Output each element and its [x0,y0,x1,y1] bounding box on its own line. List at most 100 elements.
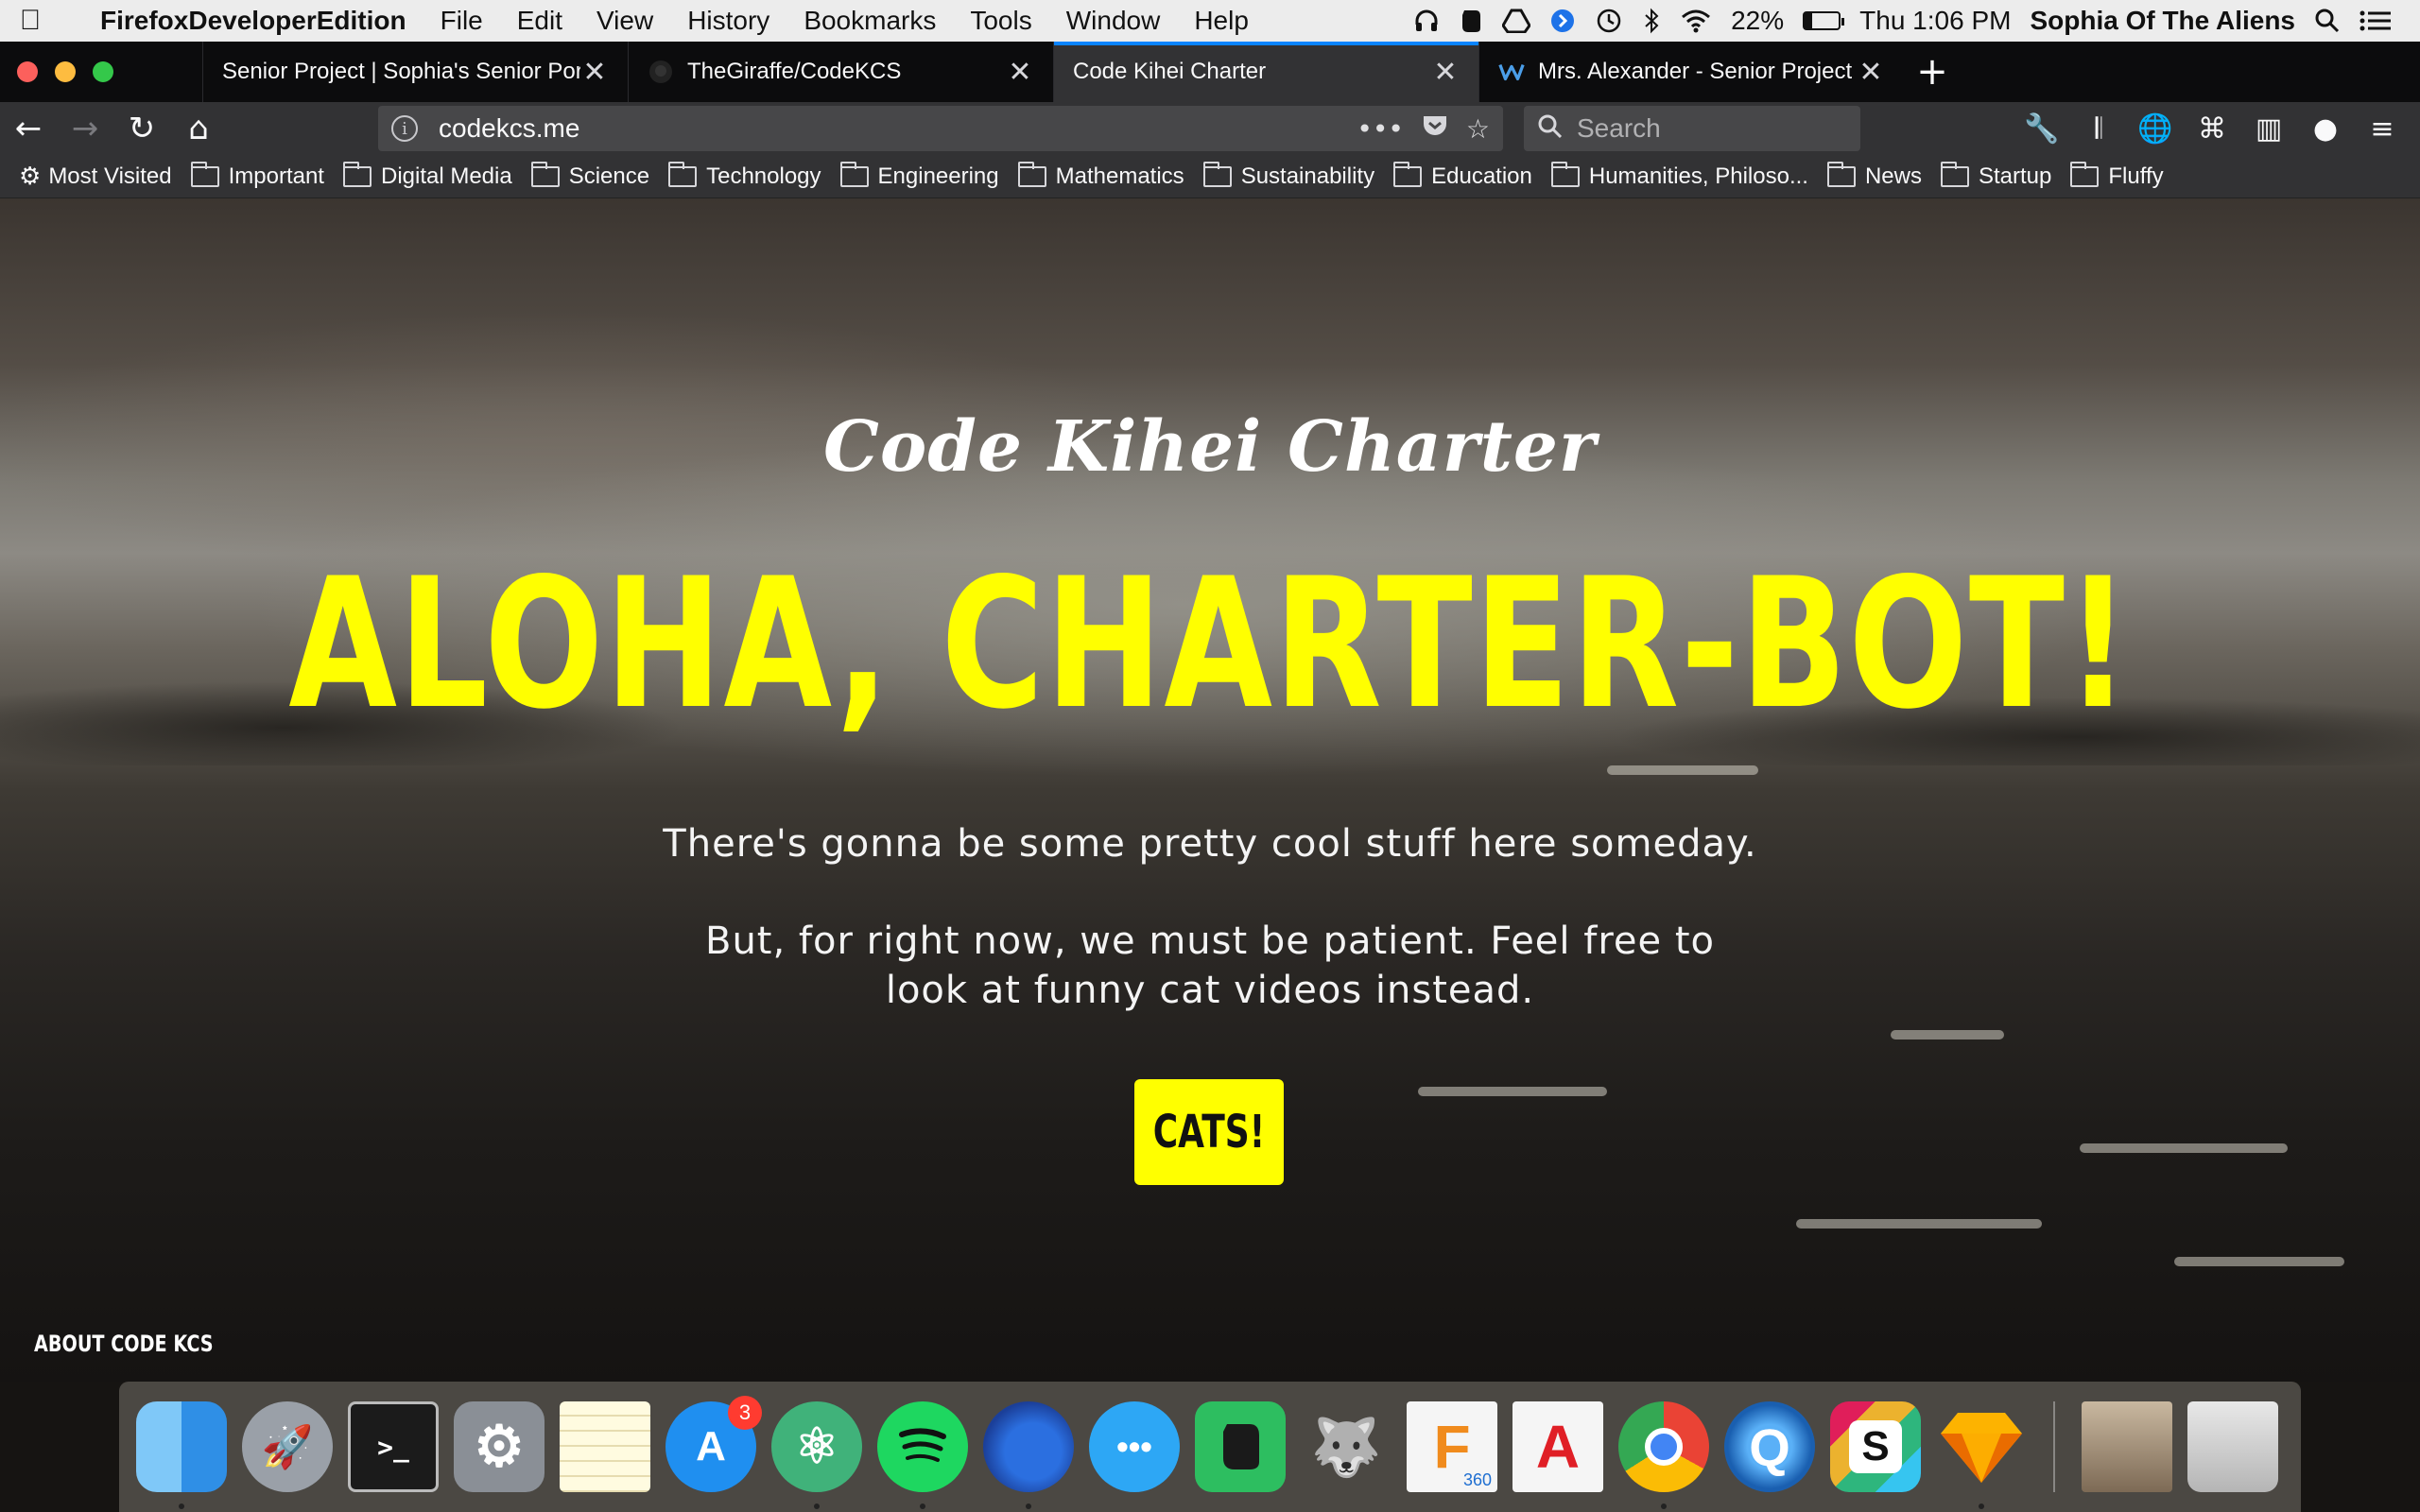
bookmark-label: Technology [706,163,821,189]
search-input[interactable] [1577,113,1918,144]
extension-translate-icon[interactable]: ⌘ [2184,112,2240,146]
user-name[interactable]: Sophia Of The Aliens [2030,6,2295,36]
page-actions-icon[interactable]: ••• [1357,113,1404,145]
finder-icon[interactable] [136,1401,227,1509]
folder-icon [839,161,869,187]
clock[interactable]: Thu 1:06 PM [1859,6,2011,36]
bookmark-folder-technology[interactable]: Technology [668,161,821,190]
notes-icon[interactable] [560,1401,650,1492]
tab-codekcs-github[interactable]: TheGiraffe/CodeKCS ✕ [628,42,1053,102]
evernote-icon[interactable] [1195,1401,1286,1492]
tab-code-kihei-charter[interactable]: Code Kihei Charter ✕ [1053,42,1478,102]
search-bar[interactable] [1524,106,1918,151]
google-drive-icon[interactable] [1502,9,1531,33]
bookmark-folder-humanities[interactable]: Humanities, Philoso... [1550,161,1808,190]
evernote-status-icon[interactable] [1459,8,1483,34]
site-brand[interactable]: Code Kihei Charter [0,406,2420,488]
spotify-icon[interactable] [877,1401,968,1509]
atom-editor-icon[interactable]: ⚛ [771,1401,862,1509]
reload-icon[interactable]: ↻ [113,110,170,147]
pocket-icon[interactable] [1421,112,1449,146]
navigation-toolbar: ← → ↻ ⌂ i ••• ☆ 🔧 𝄃 🌐 ⌘ ▥ ● ≡ [0,102,2420,155]
running-indicator [814,1503,820,1509]
menu-window[interactable]: Window [1049,6,1178,36]
hamburger-menu-icon[interactable]: ≡ [2354,112,2411,146]
battery-percent[interactable]: 22% [1731,6,1784,36]
autocad-icon[interactable]: A [1512,1401,1603,1492]
cats-button[interactable]: CATS! [1134,1079,1284,1185]
sidebar-toggle-icon[interactable]: ▥ [2240,112,2297,146]
colorzilla-icon[interactable]: ● [2297,112,2354,146]
app-store-icon[interactable]: A3 [666,1396,762,1492]
gear-icon: ⚙ [19,162,42,190]
close-window-button[interactable] [17,61,38,82]
tab-senior-project[interactable]: Senior Project | Sophia's Senior Portfol… [202,42,628,102]
menu-bookmarks[interactable]: Bookmarks [786,6,953,36]
close-tab-icon[interactable]: ✕ [580,56,609,89]
gimp-icon[interactable]: 🐺 [1301,1401,1392,1492]
close-tab-icon[interactable]: ✕ [1431,56,1460,89]
zoom-window-button[interactable] [93,61,113,82]
menu-history[interactable]: History [670,6,786,36]
bookmark-folder-startup[interactable]: Startup [1940,161,2051,190]
wrench-devtools-icon[interactable]: 🔧 [2014,112,2070,146]
bookmark-folder-mathematics[interactable]: Mathematics [1017,161,1184,190]
bookmark-folder-science[interactable]: Science [530,161,649,190]
bookmark-folder-important[interactable]: Important [190,161,324,190]
slack-icon[interactable]: S [1830,1401,1921,1492]
library-icon[interactable]: 𝄃 [2070,112,2127,146]
firefox-developer-edition-icon[interactable] [983,1401,1074,1509]
about-link[interactable]: ABOUT CODE KCS [34,1331,214,1357]
url-bar[interactable]: i ••• ☆ [378,106,1503,151]
bookmark-most-visited[interactable]: ⚙ Most Visited [19,162,172,191]
notification-center-icon[interactable] [2360,9,2392,32]
shazam-icon[interactable] [1549,8,1576,34]
bookmark-label: Important [228,163,324,189]
launchpad-icon[interactable]: 🚀 [242,1401,333,1492]
app-name-menu[interactable]: FirefoxDeveloperEdition [60,6,424,36]
menu-help[interactable]: Help [1177,6,1266,36]
menu-file[interactable]: File [424,6,500,36]
forward-arrow-icon[interactable]: → [57,110,113,147]
bluetooth-icon[interactable] [1642,8,1661,34]
trash-icon[interactable] [2187,1401,2278,1492]
extension-globe-icon[interactable]: 🌐 [2127,112,2184,146]
folder-icon [1202,161,1232,187]
apple-menu-icon[interactable]:  [0,5,60,37]
fusion-360-icon[interactable]: F 360 [1407,1401,1497,1492]
bookmark-star-icon[interactable]: ☆ [1466,113,1490,145]
sketch-icon[interactable] [1936,1401,2027,1509]
site-info-icon[interactable]: i [391,115,418,142]
close-tab-icon[interactable]: ✕ [1857,56,1885,89]
wifi-icon[interactable] [1680,9,1712,33]
bookmark-folder-fluffy[interactable]: Fluffy [2070,161,2164,190]
chrome-icon[interactable] [1618,1401,1709,1509]
bookmark-folder-engineering[interactable]: Engineering [839,161,999,190]
bookmark-folder-digital-media[interactable]: Digital Media [342,161,512,190]
battery-icon[interactable] [1803,11,1845,30]
headphones-icon[interactable] [1413,8,1440,34]
quicktime-icon[interactable]: Q [1724,1401,1815,1492]
folder-icon [1940,161,1969,187]
folder-icon [1826,161,1856,187]
menu-edit[interactable]: Edit [500,6,579,36]
bookmark-folder-sustainability[interactable]: Sustainability [1202,161,1374,190]
minimize-window-button[interactable] [55,61,76,82]
home-icon[interactable]: ⌂ [170,110,227,147]
downloads-stack-icon[interactable] [2082,1401,2172,1492]
close-tab-icon[interactable]: ✕ [1006,56,1034,89]
bookmark-folder-news[interactable]: News [1826,161,1922,190]
bookmark-folder-education[interactable]: Education [1393,161,1532,190]
back-arrow-icon[interactable]: ← [0,110,57,147]
url-input[interactable] [439,113,1340,144]
system-preferences-icon[interactable]: ⚙ [454,1401,544,1492]
menu-tools[interactable]: Tools [953,6,1048,36]
menu-view[interactable]: View [579,6,670,36]
messages-icon[interactable]: ••• [1089,1401,1180,1492]
time-machine-icon[interactable] [1595,8,1623,34]
terminal-icon[interactable]: >_ [348,1401,439,1492]
tab-mrs-alexander[interactable]: Mrs. Alexander - Senior Project ✕ [1478,42,1904,102]
new-tab-button[interactable]: + [1904,42,1961,102]
spotlight-search-icon[interactable] [2314,8,2341,34]
weebly-icon [1498,59,1525,85]
